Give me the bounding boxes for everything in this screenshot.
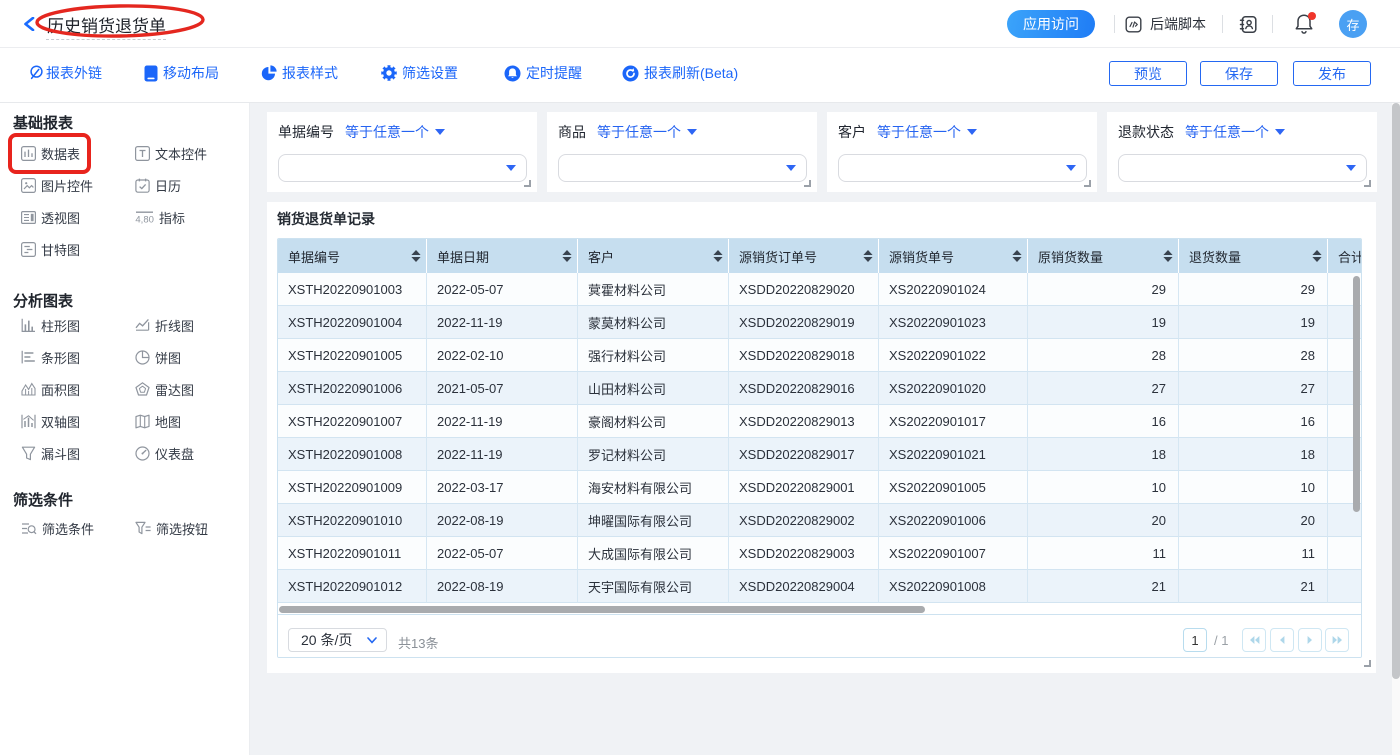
svg-text:4,80: 4,80	[135, 215, 154, 225]
